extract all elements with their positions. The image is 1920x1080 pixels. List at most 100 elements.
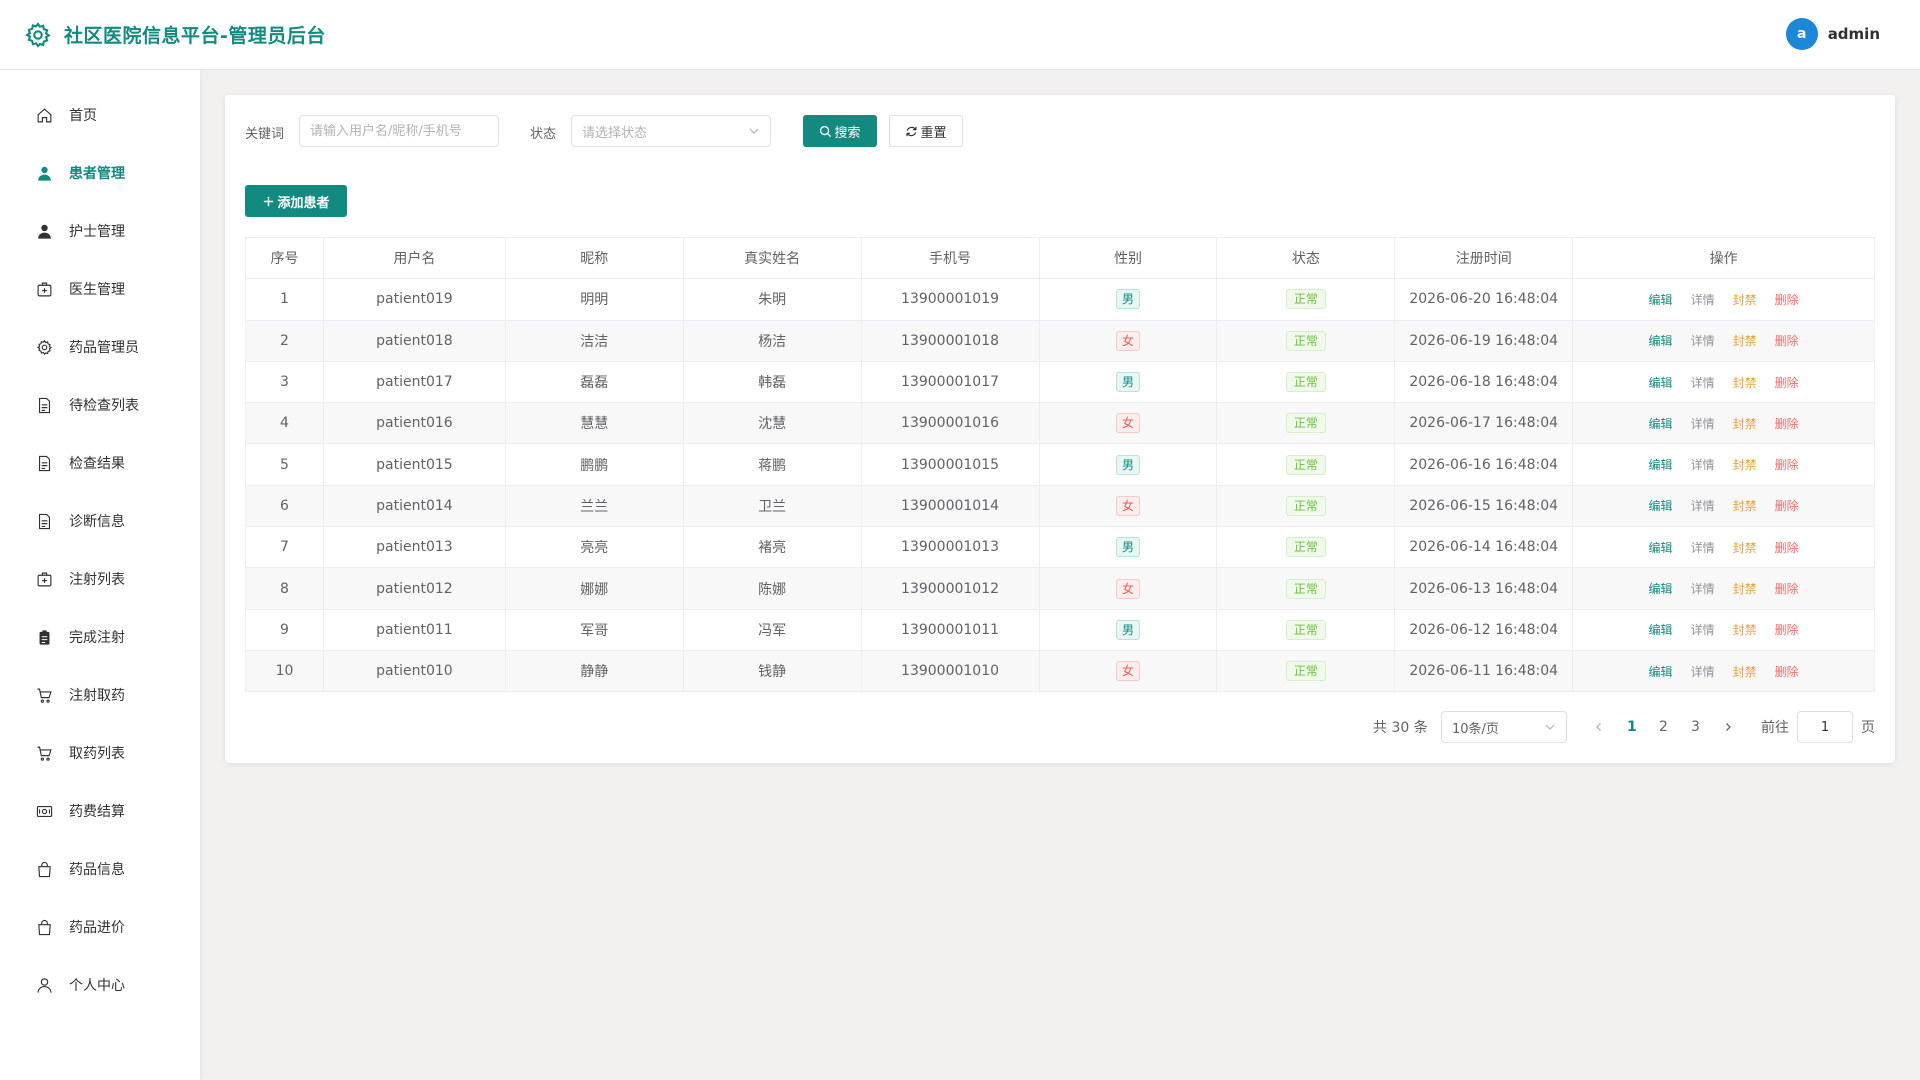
column-header-phone[interactable]: 手机号 bbox=[860, 236, 1040, 280]
detail-button[interactable]: 详情 bbox=[1691, 623, 1715, 637]
ban-button[interactable]: 封禁 bbox=[1733, 458, 1757, 472]
sidebar-item-drug-cost[interactable]: 药品进价 bbox=[0, 905, 200, 949]
search-button[interactable]: 搜索 bbox=[803, 115, 877, 147]
avatar[interactable]: a bbox=[1785, 18, 1818, 50]
column-header-gender[interactable]: 性别 bbox=[1038, 236, 1218, 280]
edit-button[interactable]: 编辑 bbox=[1649, 499, 1673, 513]
detail-button[interactable]: 详情 bbox=[1691, 665, 1715, 679]
detail-button[interactable]: 详情 bbox=[1691, 541, 1715, 555]
delete-button[interactable]: 删除 bbox=[1775, 623, 1799, 637]
ban-button[interactable]: 封禁 bbox=[1733, 541, 1757, 555]
sidebar-item-label: 药品管理员 bbox=[69, 340, 139, 356]
sidebar: 首页 患者管理 护士管理 医生管理 药品管理员 待检查列表 检查结果 诊断信息 … bbox=[0, 70, 200, 1080]
column-header-username[interactable]: 用户名 bbox=[322, 236, 506, 280]
chevron-down-icon bbox=[749, 128, 759, 134]
detail-button[interactable]: 详情 bbox=[1691, 582, 1715, 596]
delete-button[interactable]: 删除 bbox=[1775, 582, 1799, 596]
sidebar-item-drug-info[interactable]: 药品信息 bbox=[0, 847, 200, 891]
cell-gender: 女 bbox=[1038, 567, 1218, 610]
next-page-button[interactable] bbox=[1723, 711, 1737, 743]
edit-button[interactable]: 编辑 bbox=[1649, 376, 1673, 390]
page-3-button[interactable]: 3 bbox=[1691, 711, 1700, 743]
column-header-status[interactable]: 状态 bbox=[1216, 236, 1396, 280]
sidebar-item-nurses[interactable]: 护士管理 bbox=[0, 209, 200, 253]
status-badge: 正常 bbox=[1285, 537, 1326, 558]
edit-button[interactable]: 编辑 bbox=[1649, 334, 1673, 348]
ban-button[interactable]: 封禁 bbox=[1733, 293, 1757, 307]
sidebar-item-injections[interactable]: 注射列表 bbox=[0, 557, 200, 601]
detail-button[interactable]: 详情 bbox=[1691, 458, 1715, 472]
detail-button[interactable]: 详情 bbox=[1691, 417, 1715, 431]
column-header-nickname[interactable]: 昵称 bbox=[504, 236, 684, 280]
delete-button[interactable]: 删除 bbox=[1775, 541, 1799, 555]
sidebar-item-home[interactable]: 首页 bbox=[0, 93, 200, 137]
cell-realname: 杨洁 bbox=[682, 319, 862, 362]
column-header-index[interactable]: 序号 bbox=[245, 236, 324, 280]
status-select[interactable]: 请选择状态 bbox=[571, 115, 771, 147]
delete-button[interactable]: 删除 bbox=[1775, 376, 1799, 390]
sidebar-item-pharmacy-admins[interactable]: 药品管理员 bbox=[0, 325, 200, 369]
delete-button[interactable]: 删除 bbox=[1775, 334, 1799, 348]
cart-icon bbox=[35, 744, 53, 762]
detail-button[interactable]: 详情 bbox=[1691, 499, 1715, 513]
ban-button[interactable]: 封禁 bbox=[1733, 334, 1757, 348]
keyword-search-input[interactable] bbox=[299, 115, 499, 147]
cell-actions: 编辑 详情 封禁 删除 bbox=[1572, 567, 1875, 610]
edit-button[interactable]: 编辑 bbox=[1649, 665, 1673, 679]
edit-button[interactable]: 编辑 bbox=[1649, 541, 1673, 555]
edit-button[interactable]: 编辑 bbox=[1649, 417, 1673, 431]
sidebar-item-billing[interactable]: 药费结算 bbox=[0, 789, 200, 833]
sidebar-item-label: 药费结算 bbox=[69, 804, 125, 820]
cell-phone: 13900001011 bbox=[860, 608, 1040, 651]
edit-button[interactable]: 编辑 bbox=[1649, 623, 1673, 637]
add-patient-button[interactable]: 添加患者 bbox=[245, 185, 347, 217]
delete-button[interactable]: 删除 bbox=[1775, 458, 1799, 472]
cell-realname: 朱明 bbox=[682, 278, 862, 321]
column-header-registered[interactable]: 注册时间 bbox=[1394, 236, 1574, 280]
delete-button[interactable]: 删除 bbox=[1775, 293, 1799, 307]
cell-gender: 男 bbox=[1038, 608, 1218, 651]
goto-page-input[interactable] bbox=[1797, 711, 1853, 743]
sidebar-item-exam-results[interactable]: 检查结果 bbox=[0, 441, 200, 485]
detail-button[interactable]: 详情 bbox=[1691, 293, 1715, 307]
cell-registered: 2026-06-12 16:48:04 bbox=[1394, 608, 1574, 651]
ban-button[interactable]: 封禁 bbox=[1733, 665, 1757, 679]
delete-button[interactable]: 删除 bbox=[1775, 665, 1799, 679]
sidebar-item-completed-injections[interactable]: 完成注射 bbox=[0, 615, 200, 659]
username[interactable]: admin bbox=[1828, 25, 1880, 43]
clipboard-icon bbox=[35, 628, 53, 646]
sidebar-item-profile[interactable]: 个人中心 bbox=[0, 963, 200, 1007]
page-1-button[interactable]: 1 bbox=[1627, 711, 1637, 743]
ban-button[interactable]: 封禁 bbox=[1733, 376, 1757, 390]
cell-gender: 女 bbox=[1038, 402, 1218, 445]
ban-button[interactable]: 封禁 bbox=[1733, 582, 1757, 596]
ban-button[interactable]: 封禁 bbox=[1733, 623, 1757, 637]
cell-actions: 编辑 详情 封禁 删除 bbox=[1572, 443, 1875, 486]
cell-username: patient012 bbox=[322, 567, 506, 610]
ban-button[interactable]: 封禁 bbox=[1733, 499, 1757, 513]
column-header-realname[interactable]: 真实姓名 bbox=[682, 236, 862, 280]
edit-button[interactable]: 编辑 bbox=[1649, 458, 1673, 472]
sidebar-item-pending-exams[interactable]: 待检查列表 bbox=[0, 383, 200, 427]
delete-button[interactable]: 删除 bbox=[1775, 417, 1799, 431]
sidebar-item-doctors[interactable]: 医生管理 bbox=[0, 267, 200, 311]
ban-button[interactable]: 封禁 bbox=[1733, 417, 1757, 431]
delete-button[interactable]: 删除 bbox=[1775, 499, 1799, 513]
detail-button[interactable]: 详情 bbox=[1691, 334, 1715, 348]
page-size-select[interactable]: 10条/页 bbox=[1441, 711, 1567, 743]
detail-button[interactable]: 详情 bbox=[1691, 376, 1715, 390]
table-row: 4 patient016 慧慧 沈慧 13900001016 女 正常 2026-06-17 … bbox=[245, 402, 1875, 445]
sidebar-item-patients[interactable]: 患者管理 bbox=[0, 151, 200, 195]
prev-page-button[interactable] bbox=[1594, 711, 1608, 743]
sidebar-item-diagnosis[interactable]: 诊断信息 bbox=[0, 499, 200, 543]
sidebar-item-injection-pickup[interactable]: 注射取药 bbox=[0, 673, 200, 717]
sidebar-item-pickup-list[interactable]: 取药列表 bbox=[0, 731, 200, 775]
user-icon bbox=[35, 222, 53, 240]
user-menu[interactable]: a admin bbox=[1785, 18, 1880, 50]
edit-button[interactable]: 编辑 bbox=[1649, 293, 1673, 307]
reset-button[interactable]: 重置 bbox=[889, 115, 963, 147]
edit-button[interactable]: 编辑 bbox=[1649, 582, 1673, 596]
page-2-button[interactable]: 2 bbox=[1659, 711, 1668, 743]
cell-realname: 陈娜 bbox=[682, 567, 862, 610]
document-icon bbox=[35, 512, 53, 530]
